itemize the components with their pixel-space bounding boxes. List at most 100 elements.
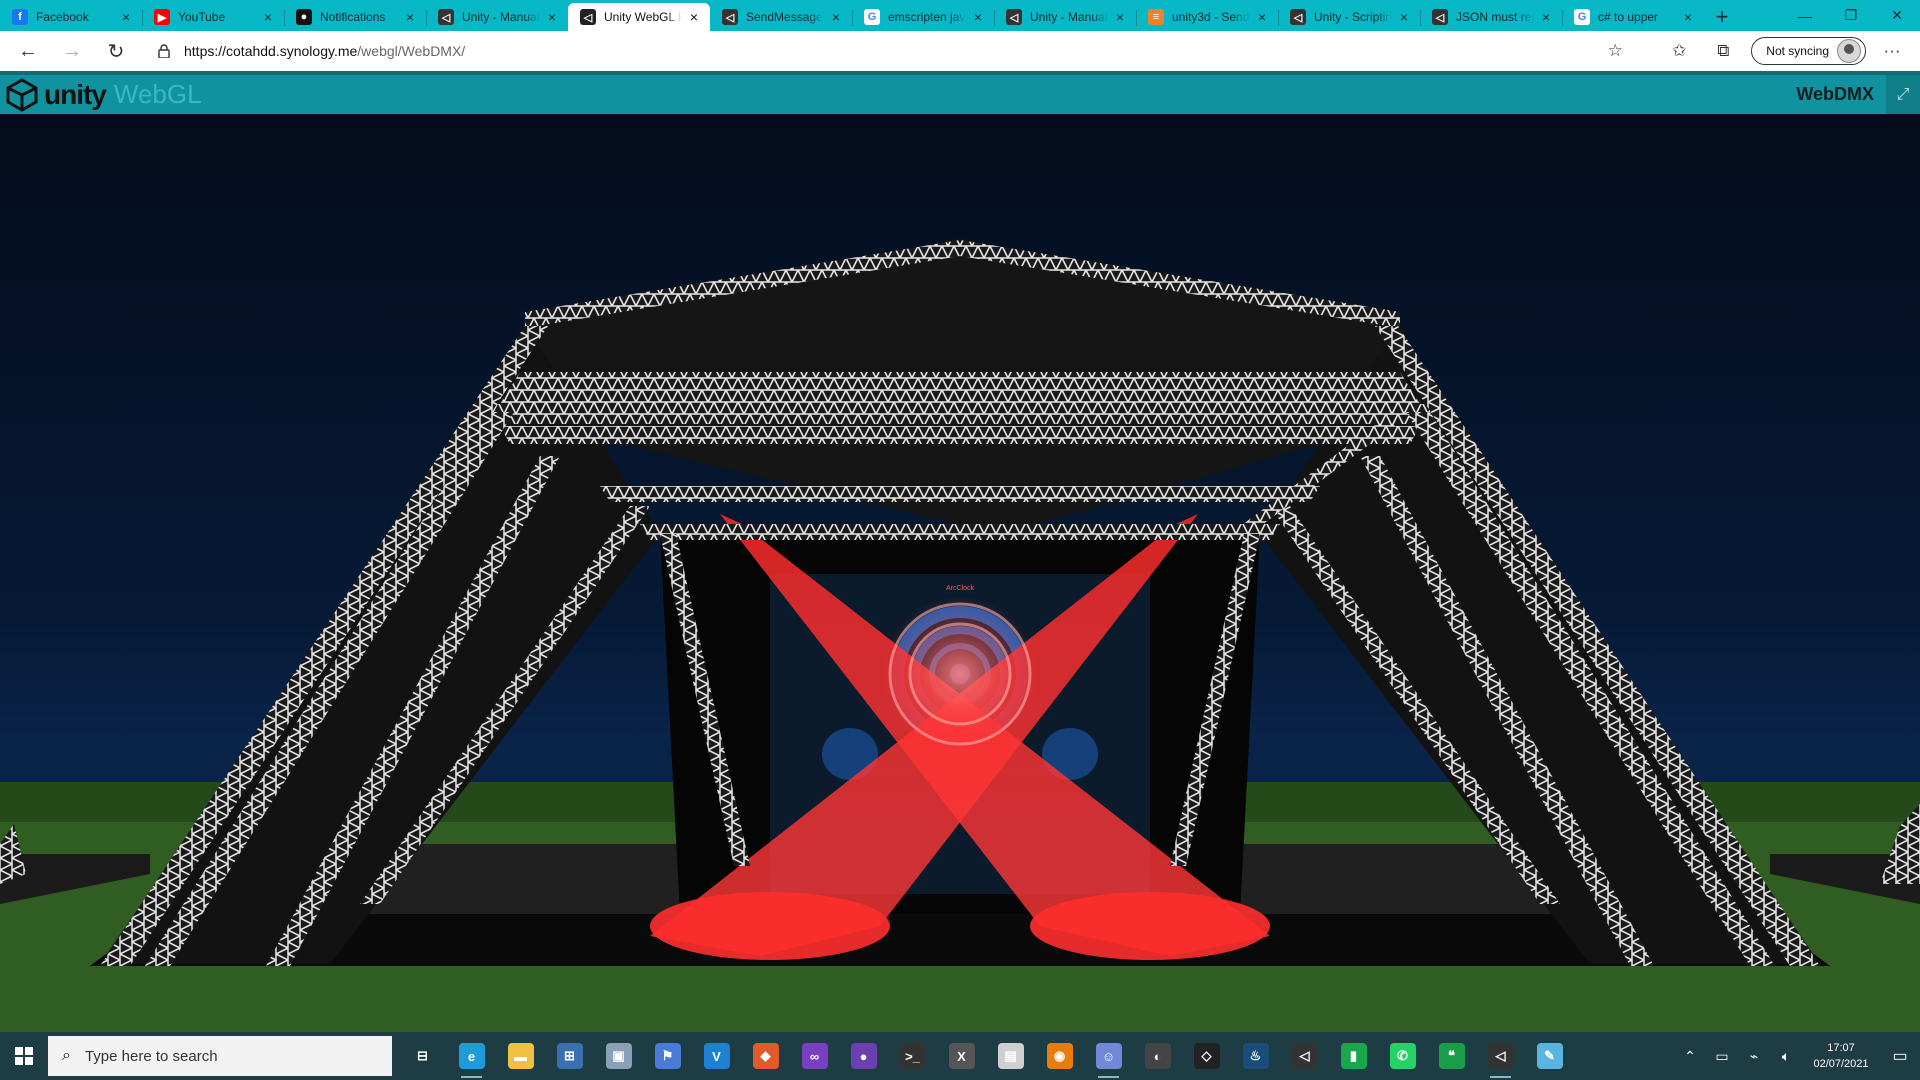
taskbar-app-git[interactable]: ◆ (741, 1032, 790, 1080)
refresh-button[interactable]: ↻ (98, 35, 134, 67)
forward-button[interactable]: → (54, 35, 90, 67)
arrow-left-icon: ← (18, 39, 38, 62)
tab-title: SendMessage (746, 10, 823, 24)
clock-time: 17:07 (1827, 1042, 1855, 1054)
settings-menu-icon[interactable]: ··· (1874, 35, 1910, 67)
taskbar-app-documents[interactable]: ▤ (986, 1032, 1035, 1080)
close-tab-icon[interactable]: × (1680, 9, 1696, 25)
google-icon: G (1574, 9, 1590, 25)
close-tab-icon[interactable]: × (970, 9, 986, 25)
close-tab-icon[interactable]: × (686, 9, 702, 25)
new-tab-button[interactable]: + (1704, 3, 1740, 31)
taskbar-app-unity-editor[interactable]: ◁ (1476, 1032, 1525, 1080)
volume-icon[interactable]: 🔈︎ (1770, 1048, 1802, 1065)
fullscreen-button[interactable]: ⤢ (1886, 75, 1920, 114)
taskbar-app-whatsapp[interactable]: ✆ (1378, 1032, 1427, 1080)
clock-date: 02/07/2021 (1813, 1058, 1869, 1070)
unity-icon: ◁ (722, 9, 738, 25)
address-bar[interactable]: https://cotahdd.synology.me/webgl/WebDMX… (146, 35, 1643, 67)
back-button[interactable]: ← (10, 35, 46, 67)
taskbar-search[interactable]: ⌕ Type here to search (48, 1036, 392, 1076)
taskbar-app-edge[interactable]: e (447, 1032, 496, 1080)
youtube-icon: ▶ (154, 9, 170, 25)
browser-tab[interactable]: ◁ SendMessage × (710, 3, 852, 31)
close-tab-icon[interactable]: × (402, 9, 418, 25)
arrow-right-icon: → (62, 39, 82, 62)
browser-tab[interactable]: ◁ Unity - Manual × (426, 3, 568, 31)
windows-logo-icon (15, 1047, 33, 1065)
notifications-icon[interactable]: ▭ (1880, 1046, 1920, 1066)
unity-icon: ◁ (438, 9, 454, 25)
taskbar-app-obs[interactable]: ◐ (1133, 1032, 1182, 1080)
browser-tab[interactable]: ◁ JSON must represent × (1420, 3, 1562, 31)
close-tab-icon[interactable]: × (828, 9, 844, 25)
chevron-up-icon[interactable]: ⌃ (1674, 1048, 1706, 1065)
visual-studio-icon: ∞ (801, 1043, 828, 1069)
close-tab-icon[interactable]: × (1112, 9, 1128, 25)
url-path: /webgl/WebDMX/ (357, 43, 466, 59)
unity-cube-icon (6, 77, 38, 112)
window-controls: — ❐ ✕ (1782, 0, 1920, 31)
unity-logo: unity WebGL (0, 77, 202, 113)
network-icon[interactable]: ▭ (1706, 1048, 1738, 1065)
browser-tab[interactable]: ● Notifications × (284, 3, 426, 31)
browser-tab[interactable]: ≡ unity3d - Send × (1136, 3, 1278, 31)
close-tab-icon[interactable]: × (118, 9, 134, 25)
taskbar-app-store[interactable]: ⊞ (545, 1032, 594, 1080)
browser-tab[interactable]: ▶ YouTube × (142, 3, 284, 31)
minimize-button[interactable]: — (1782, 0, 1828, 31)
taskbar-app-visual-studio[interactable]: ∞ (790, 1032, 839, 1080)
taskbar-app-task-view[interactable]: ⊟ (398, 1032, 447, 1080)
stackoverflow-icon: ≡ (1148, 9, 1164, 25)
close-window-button[interactable]: ✕ (1874, 0, 1920, 31)
close-tab-icon[interactable]: × (544, 9, 560, 25)
add-favorite-icon[interactable]: ☆ (1597, 35, 1633, 67)
browser-tab[interactable]: ◁ Unity - Scripting × (1278, 3, 1420, 31)
git-icon: ◆ (752, 1043, 779, 1069)
taskbar-app-excel-dev[interactable]: X (937, 1032, 986, 1080)
browser-tab[interactable]: Gemscripten javascript × (852, 3, 994, 31)
taskbar-app-hangouts[interactable]: ❝ (1427, 1032, 1476, 1080)
taskbar-app-unity[interactable]: ◁ (1280, 1032, 1329, 1080)
start-button[interactable] (0, 1032, 48, 1080)
browser-tab[interactable]: ◁ Unity - Manual × (994, 3, 1136, 31)
taskbar-app-discord[interactable]: ☺ (1084, 1032, 1133, 1080)
taskbar-app-messages[interactable]: ▮ (1329, 1032, 1378, 1080)
taskbar-app-network[interactable]: ⚑ (643, 1032, 692, 1080)
close-tab-icon[interactable]: × (1254, 9, 1270, 25)
facebook-icon: f (12, 9, 28, 25)
taskbar-app-vscode[interactable]: V (692, 1032, 741, 1080)
taskbar-app-unity-hub[interactable]: ◇ (1182, 1032, 1231, 1080)
discord-icon: ☺ (1095, 1043, 1122, 1069)
browser-tab[interactable]: f Facebook × (0, 3, 142, 31)
restore-button[interactable]: ❐ (1828, 0, 1874, 31)
obs-icon: ◐ (1144, 1043, 1171, 1069)
close-tab-icon[interactable]: × (260, 9, 276, 25)
browser-tab[interactable]: ◁ Unity WebGL Player × (568, 3, 710, 31)
favorites-icon[interactable]: ✩ (1661, 35, 1697, 67)
tab-title: Unity - Scripting (1314, 10, 1392, 24)
stage-scene: ArcClock (0, 239, 1920, 1032)
taskbar-app-terminal[interactable]: >_ (888, 1032, 937, 1080)
taskbar-apps: ⊟ e ▬ ⊞ ▣ ⚑ V ◆ ∞ ● >_ X ▤ ◉ ☺ ◐ ◇ ♨ ◁ ▮ ✆ ❝ ◁ ✎ (398, 1032, 1574, 1080)
refresh-icon: ↻ (107, 40, 125, 63)
collections-icon[interactable]: ⧉ (1705, 35, 1741, 67)
taskbar-clock[interactable]: 17:07 02/07/2021 (1802, 1040, 1880, 1072)
photos-icon: ▣ (605, 1043, 632, 1069)
unity-icon: ◁ (1432, 9, 1448, 25)
steam-icon: ♨ (1242, 1043, 1269, 1069)
taskbar-app-photos[interactable]: ▣ (594, 1032, 643, 1080)
close-tab-icon[interactable]: × (1538, 9, 1554, 25)
taskbar-app-steam[interactable]: ♨ (1231, 1032, 1280, 1080)
close-tab-icon[interactable]: × (1396, 9, 1412, 25)
profile-button[interactable]: Not syncing (1751, 37, 1866, 65)
hangouts-icon: ❝ (1438, 1043, 1465, 1069)
taskbar-app-blender[interactable]: ◉ (1035, 1032, 1084, 1080)
right-beam-pool (650, 892, 890, 960)
taskbar-app-file-explorer[interactable]: ▬ (496, 1032, 545, 1080)
usb-icon[interactable]: ⌁ (1738, 1048, 1770, 1065)
unity-canvas[interactable]: ArcClock (0, 114, 1920, 1032)
browser-tab[interactable]: Gc# to upper × (1562, 3, 1704, 31)
taskbar-app-github-desktop[interactable]: ● (839, 1032, 888, 1080)
taskbar-app-notepad[interactable]: ✎ (1525, 1032, 1574, 1080)
